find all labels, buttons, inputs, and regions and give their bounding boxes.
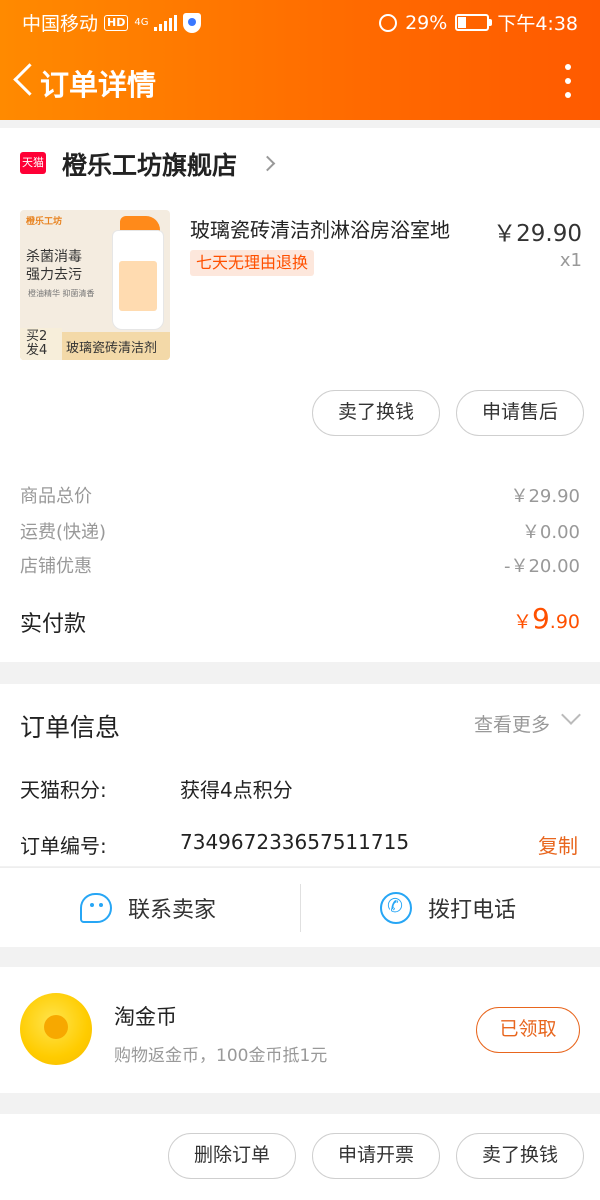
shipping-label: 运费(快递)	[20, 522, 107, 543]
contact-bar: 联系卖家 拨打电话	[0, 867, 600, 947]
battery-percent: 29%	[405, 11, 448, 34]
alarm-icon	[379, 13, 398, 32]
request-invoice-button[interactable]: 申请开票	[312, 1133, 440, 1179]
contact-seller-label: 联系卖家	[128, 898, 217, 923]
chevron-down-icon[interactable]	[561, 705, 581, 725]
product-price: ￥29.90	[493, 221, 582, 247]
network-label: 4G	[134, 16, 149, 28]
delete-order-button[interactable]: 删除订单	[168, 1133, 296, 1179]
currency-symbol: ￥	[512, 611, 532, 633]
chevron-right-icon[interactable]	[259, 155, 276, 172]
header: 中国移动 HD 4G 29% 下午4:38 订单详情	[0, 0, 600, 120]
discount-label: 店铺优惠	[20, 556, 92, 577]
clock: 下午4:38	[497, 13, 578, 35]
battery-level	[458, 17, 467, 28]
claimed-button[interactable]: 已领取	[476, 1007, 580, 1053]
order-item-card: 天猫 橙乐工坊旗舰店 橙乐工坊 杀菌消毒 强力去污 橙油精华 抑菌清香 买2 发…	[0, 128, 600, 662]
sell-item-button[interactable]: 卖了换钱	[312, 390, 440, 436]
phone-icon	[380, 892, 412, 924]
copy-button[interactable]: 复制	[538, 830, 578, 859]
chat-icon	[80, 893, 112, 923]
bottle-graphic	[112, 230, 164, 330]
product-slogan-line2: 强力去污	[26, 267, 82, 283]
call-button[interactable]: 拨打电话	[380, 868, 516, 948]
order-info-card: 订单信息 查看更多 天猫积分: 获得4点积分 订单编号: 73496723365…	[0, 684, 600, 866]
order-number-value: 734967233657511715	[180, 830, 410, 854]
order-number-label: 订单编号:	[20, 834, 107, 858]
shipping-value: ￥0.00	[521, 522, 580, 543]
product-caption: 玻璃瓷砖清洁剂	[66, 341, 158, 356]
divider	[300, 884, 301, 932]
product-slogan: 杀菌消毒 强力去污	[26, 248, 82, 284]
product-title[interactable]: 玻璃瓷砖清洁剂淋浴房浴室地	[190, 214, 450, 243]
product-slogan-line1: 杀菌消毒	[26, 249, 82, 265]
view-more-link[interactable]: 查看更多	[474, 710, 550, 737]
gold-coin-icon	[20, 993, 92, 1065]
carrier-name: 中国移动	[22, 13, 99, 35]
subtotal-label: 商品总价	[20, 486, 92, 507]
hd-icon: HD	[104, 14, 129, 31]
nav-bar: 订单详情	[0, 40, 600, 120]
paid-decimal: .90	[549, 611, 580, 633]
paid-label: 实付款	[20, 612, 87, 637]
call-label: 拨打电话	[428, 898, 517, 923]
return-policy-badge: 七天无理由退换	[190, 250, 315, 276]
bottom-action-bar: 删除订单 申请开票 卖了换钱	[0, 1114, 600, 1200]
contact-seller-button[interactable]: 联系卖家	[80, 868, 216, 948]
tmall-icon: 天猫	[20, 152, 46, 174]
taojinbi-card: 淘金币 购物返金币，100金币抵1元 已领取	[0, 967, 600, 1093]
subtotal-value: ￥29.90	[510, 486, 580, 507]
product-quantity: x1	[559, 250, 582, 271]
product-brand-logo: 橙乐工坊	[26, 217, 63, 227]
discount-value: -￥20.00	[503, 556, 580, 577]
shield-icon	[183, 12, 202, 33]
status-bar: 中国移动 HD 4G 29% 下午4:38	[0, 0, 600, 40]
coin-title: 淘金币	[114, 1005, 177, 1029]
coin-subtitle: 购物返金币，100金币抵1元	[114, 1046, 328, 1066]
points-value: 获得4点积分	[180, 778, 293, 802]
paid-amount: ￥9.90	[513, 602, 580, 635]
sell-item-bottom-button[interactable]: 卖了换钱	[456, 1133, 584, 1179]
battery-icon	[455, 14, 493, 31]
signal-icon	[154, 14, 178, 31]
product-image[interactable]: 橙乐工坊 杀菌消毒 强力去污 橙油精华 抑菌清香 买2 发4 玻璃瓷砖清洁剂	[20, 210, 170, 360]
paid-integer: 9	[531, 602, 550, 635]
shop-name[interactable]: 橙乐工坊旗舰店	[62, 146, 237, 182]
order-info-title: 订单信息	[20, 713, 121, 742]
after-sales-button[interactable]: 申请售后	[456, 390, 584, 436]
points-label: 天猫积分:	[20, 778, 107, 802]
back-arrow-icon[interactable]	[8, 60, 38, 100]
more-vertical-icon[interactable]	[562, 64, 574, 98]
page-title: 订单详情	[40, 68, 157, 102]
product-promo: 买2 发4	[20, 328, 62, 360]
product-subtext: 橙油精华 抑菌清香	[28, 289, 95, 298]
